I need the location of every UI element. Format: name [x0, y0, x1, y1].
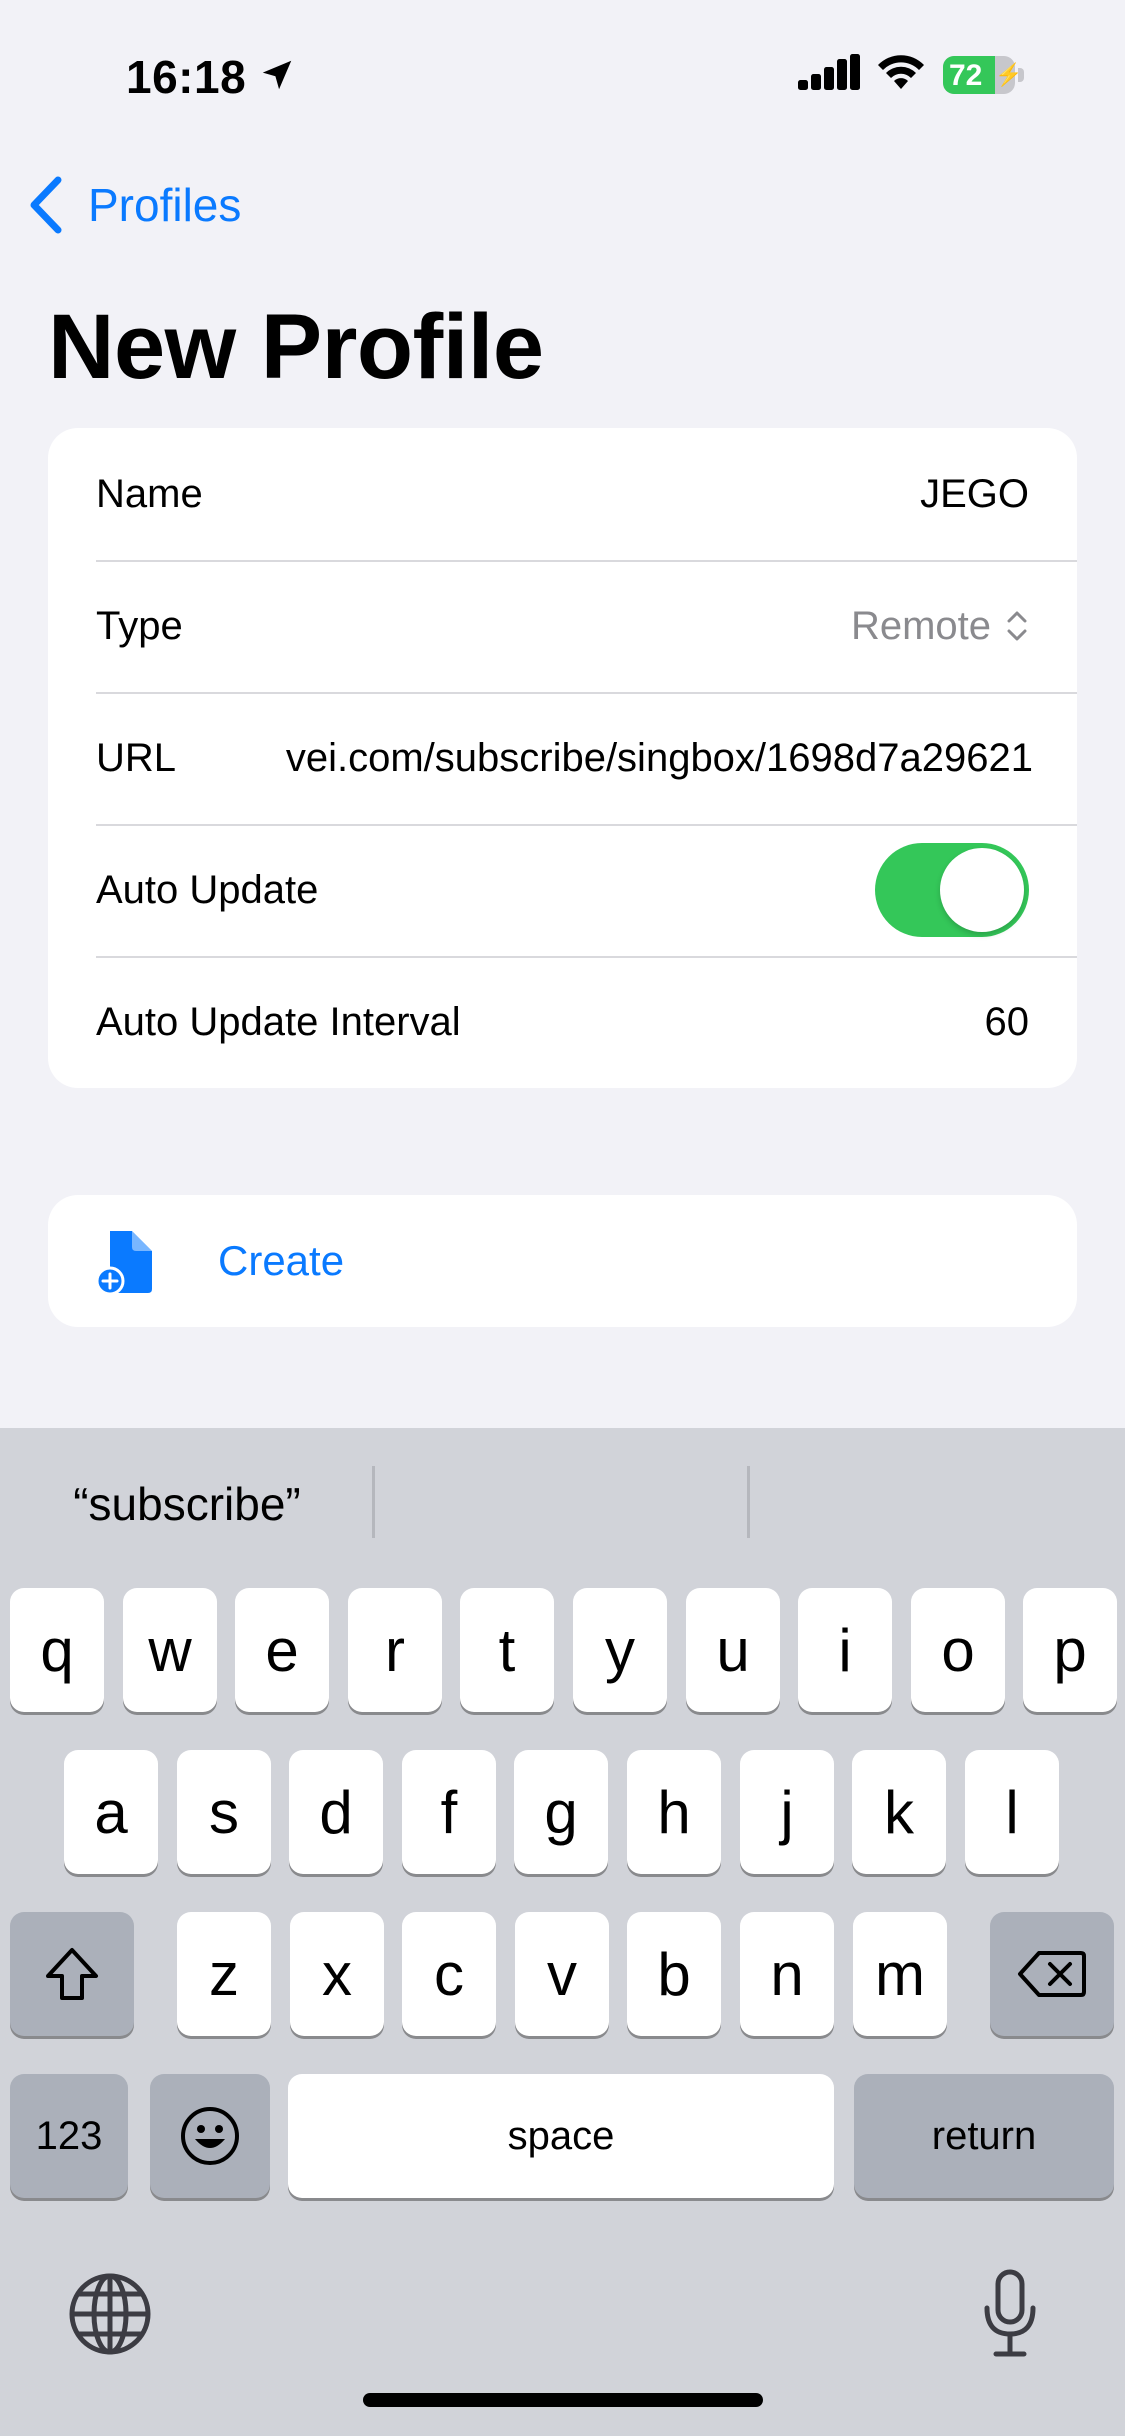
key-y[interactable]: y: [573, 1588, 667, 1712]
delete-key[interactable]: [990, 1912, 1114, 2036]
chevron-left-icon: [30, 176, 62, 234]
status-time: 16:18: [126, 51, 247, 103]
battery-indicator: 72 ⚡: [943, 56, 1027, 94]
chevron-up-down-icon: [1007, 611, 1027, 641]
suggestion-3[interactable]: [750, 1428, 1125, 1580]
globe-icon[interactable]: [68, 2272, 152, 2356]
key-t[interactable]: t: [460, 1588, 554, 1712]
type-value: Remote: [850, 603, 991, 648]
interval-label: Auto Update Interval: [96, 999, 461, 1044]
key-u[interactable]: u: [686, 1588, 780, 1712]
url-label: URL: [96, 735, 177, 780]
cellular-signal-icon: [798, 54, 860, 90]
name-row[interactable]: Name JEGO: [48, 428, 1077, 560]
key-x[interactable]: x: [290, 1912, 384, 2036]
key-e[interactable]: e: [235, 1588, 329, 1712]
create-button-label: Create: [218, 1237, 345, 1284]
type-picker[interactable]: Remote: [851, 604, 1029, 649]
battery-percentage: 72: [949, 59, 983, 92]
key-z[interactable]: z: [177, 1912, 271, 2036]
key-i[interactable]: i: [798, 1588, 892, 1712]
return-key[interactable]: return: [854, 2074, 1114, 2198]
shift-arrow-icon: [46, 1948, 98, 2000]
profile-form: Name JEGO Type Remote URL vei.com/subscr…: [48, 428, 1077, 1088]
key-j[interactable]: j: [740, 1750, 834, 1874]
url-row[interactable]: URL vei.com/subscribe/singbox/1698d7a296…: [48, 692, 1077, 824]
space-key[interactable]: space: [288, 2074, 834, 2198]
key-a[interactable]: a: [64, 1750, 158, 1874]
key-b[interactable]: b: [627, 1912, 721, 2036]
key-s[interactable]: s: [177, 1750, 271, 1874]
key-q[interactable]: q: [10, 1588, 104, 1712]
page-title: New Profile: [48, 296, 544, 398]
create-button[interactable]: Create: [48, 1195, 1077, 1327]
suggestion-2[interactable]: [375, 1428, 749, 1580]
key-m[interactable]: m: [853, 1912, 947, 2036]
numbers-key[interactable]: 123: [10, 2074, 128, 2198]
key-r[interactable]: r: [348, 1588, 442, 1712]
auto-update-toggle[interactable]: [875, 843, 1029, 937]
back-button[interactable]: Profiles: [26, 168, 241, 242]
emoji-icon: [181, 2107, 239, 2165]
suggestion-bar: “subscribe”: [0, 1428, 1125, 1580]
location-arrow-icon: [262, 60, 292, 90]
key-f[interactable]: f: [402, 1750, 496, 1874]
key-l[interactable]: l: [965, 1750, 1059, 1874]
url-field[interactable]: vei.com/subscribe/singbox/1698d7a29621: [224, 692, 1033, 824]
url-value: vei.com/subscribe/singbox/1698d7a29621: [285, 735, 1033, 780]
new-document-icon: [96, 1231, 152, 1296]
key-g[interactable]: g: [514, 1750, 608, 1874]
backspace-icon: [1018, 1951, 1086, 1997]
key-h[interactable]: h: [627, 1750, 721, 1874]
key-c[interactable]: c: [402, 1912, 496, 2036]
name-label: Name: [96, 471, 203, 516]
key-d[interactable]: d: [289, 1750, 383, 1874]
interval-row[interactable]: Auto Update Interval 60: [48, 956, 1077, 1088]
auto-update-label: Auto Update: [96, 867, 319, 912]
shift-key[interactable]: [10, 1912, 134, 2036]
key-n[interactable]: n: [740, 1912, 834, 2036]
key-k[interactable]: k: [852, 1750, 946, 1874]
key-p[interactable]: p: [1023, 1588, 1117, 1712]
key-o[interactable]: o: [911, 1588, 1005, 1712]
wifi-icon: [878, 55, 924, 89]
home-indicator: [363, 2393, 763, 2407]
toggle-knob: [940, 848, 1024, 932]
type-label: Type: [96, 603, 183, 648]
type-row[interactable]: Type Remote: [48, 560, 1077, 692]
key-w[interactable]: w: [123, 1588, 217, 1712]
back-button-label: Profiles: [88, 179, 242, 231]
name-field[interactable]: JEGO: [920, 472, 1029, 517]
microphone-icon[interactable]: [982, 2268, 1038, 2360]
interval-field[interactable]: 60: [985, 1000, 1030, 1045]
suggestion-1[interactable]: “subscribe”: [0, 1428, 374, 1580]
key-v[interactable]: v: [515, 1912, 609, 2036]
emoji-key[interactable]: [150, 2074, 270, 2198]
auto-update-row: Auto Update: [48, 824, 1077, 956]
